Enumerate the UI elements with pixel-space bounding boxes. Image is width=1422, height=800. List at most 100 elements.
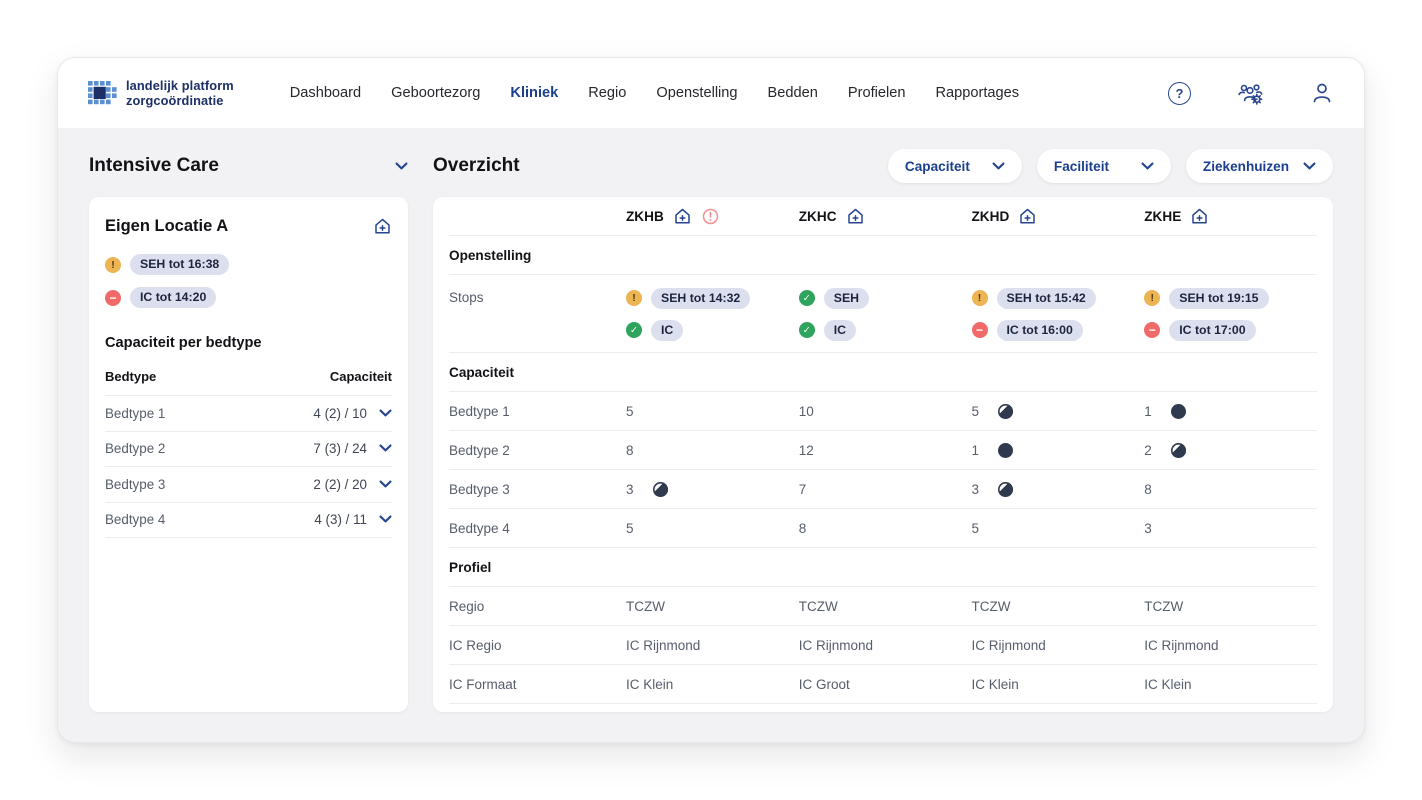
data-row: Bedtype 45853	[449, 509, 1317, 548]
nav-kliniek[interactable]: Kliniek	[510, 85, 558, 101]
cell-value: IC Groot	[799, 677, 850, 692]
filter-ziekenhuizen[interactable]: Ziekenhuizen	[1186, 149, 1333, 183]
hospital-home-icon[interactable]	[673, 207, 692, 226]
row-label: Regio	[449, 599, 626, 614]
cell-value: IC Rijnmond	[972, 638, 1046, 653]
warning-status-icon: !	[1144, 290, 1160, 306]
value-cell: 1	[972, 443, 1145, 458]
hospital-home-icon[interactable]	[1190, 207, 1209, 226]
nav-regio[interactable]: Regio	[588, 85, 626, 101]
stop-label: SEH tot 16:38	[130, 254, 229, 275]
logo-icon	[88, 81, 117, 106]
nav-rapportages[interactable]: Rapportages	[935, 85, 1019, 101]
hospital-home-icon[interactable]	[846, 207, 865, 226]
bedtype-row[interactable]: Bedtype 27 (3) / 24	[105, 432, 392, 468]
hospital-code: ZKHD	[972, 209, 1010, 224]
chevron-down-icon[interactable]	[379, 444, 392, 453]
chevron-down-icon	[992, 162, 1005, 171]
chevron-down-icon[interactable]	[379, 409, 392, 418]
page-title: Overzicht	[433, 155, 520, 177]
hospital-header: ZKHE	[1144, 207, 1317, 226]
cell-value: TCZW	[1144, 599, 1183, 614]
topbar-actions: ?	[1168, 81, 1334, 106]
row-label: IC Formaat	[449, 677, 626, 692]
warning-status-icon: !	[626, 290, 642, 306]
value-cell: 3	[972, 482, 1145, 497]
hospital-header-row: ZKHBZKHCZKHDZKHE	[449, 197, 1317, 236]
bedtype-row[interactable]: Bedtype 32 (2) / 20	[105, 467, 392, 503]
bedtype-row[interactable]: Bedtype 44 (3) / 11	[105, 503, 392, 539]
value-cell: 3	[626, 482, 799, 497]
hospital-home-icon[interactable]	[1018, 207, 1037, 226]
value-cell: IC Rijnmond	[626, 638, 799, 653]
cell-value: 7	[799, 482, 807, 497]
closed-status-icon: −	[1144, 322, 1160, 338]
stops-cell: !SEH tot 15:42−IC tot 16:00	[972, 284, 1145, 344]
value-cell: 12	[799, 443, 972, 458]
hospital-header: ZKHD	[972, 207, 1145, 226]
closed-status-icon: −	[105, 290, 121, 306]
col-capacity: Capaciteit	[330, 369, 392, 384]
value-cell: TCZW	[799, 599, 972, 614]
location-title: Eigen Locatie A	[105, 217, 228, 236]
cell-value: 8	[626, 443, 634, 458]
bedtype-rows: Bedtype 14 (2) / 10Bedtype 27 (3) / 24Be…	[105, 396, 392, 538]
bedtype-row[interactable]: Bedtype 14 (2) / 10	[105, 396, 392, 432]
stop-badge: ✓IC	[626, 316, 799, 344]
stop-label: SEH	[824, 288, 869, 309]
nav-profielen[interactable]: Profielen	[848, 85, 906, 101]
full-circle-icon	[1171, 404, 1186, 419]
location-card-header: Eigen Locatie A	[105, 211, 392, 241]
location-stops: !SEH tot 16:38−IC tot 14:20	[105, 254, 392, 308]
stop-badge: !SEH tot 19:15	[1144, 284, 1317, 312]
capacity-section-title: Capaciteit per bedtype	[105, 335, 392, 351]
row-label: Bedtype 4	[449, 521, 626, 536]
profile-button[interactable]	[1310, 81, 1334, 105]
row-label: IC Regio	[449, 638, 626, 653]
chevron-down-icon	[1303, 162, 1316, 171]
warning-status-icon: !	[105, 257, 121, 273]
hospital-home-icon[interactable]	[373, 217, 392, 236]
stops-cell: !SEH tot 19:15−IC tot 17:00	[1144, 284, 1317, 344]
value-cell: 2	[1144, 443, 1317, 458]
stop-badge: ✓IC	[799, 316, 972, 344]
filter-label: Faciliteit	[1054, 159, 1109, 174]
capacity-table-header: Bedtype Capaciteit	[105, 369, 392, 396]
stop-badge: ! SEH tot 16:38	[105, 254, 392, 275]
data-row: Bedtype 33738	[449, 470, 1317, 509]
section-title: Openstelling	[449, 248, 1317, 263]
hospital-code: ZKHE	[1144, 209, 1181, 224]
filter-capaciteit[interactable]: Capaciteit	[888, 149, 1022, 183]
chevron-down-icon[interactable]	[379, 515, 392, 524]
cell-value: IC Rijnmond	[626, 638, 700, 653]
nav-geboortezorg[interactable]: Geboortezorg	[391, 85, 480, 101]
nav-dashboard[interactable]: Dashboard	[290, 85, 361, 101]
nav-bedden[interactable]: Bedden	[768, 85, 818, 101]
chevron-down-icon	[1141, 162, 1154, 171]
cell-value: TCZW	[972, 599, 1011, 614]
cell-value: 3	[1144, 521, 1152, 536]
value-cell: 8	[799, 521, 972, 536]
user-management-button[interactable]	[1237, 81, 1264, 106]
help-button[interactable]: ?	[1168, 82, 1191, 105]
stop-label: IC tot 16:00	[997, 320, 1083, 341]
team-gear-icon	[1237, 81, 1264, 106]
cell-value: 5	[626, 521, 634, 536]
data-row: IC RegioIC RijnmondIC RijnmondIC Rijnmon…	[449, 626, 1317, 665]
filter-faciliteit[interactable]: Faciliteit	[1037, 149, 1171, 183]
section-title: Capaciteit	[449, 365, 1317, 380]
closed-status-icon: −	[972, 322, 988, 338]
value-cell: IC Rijnmond	[1144, 638, 1317, 653]
overview-card: ZKHBZKHCZKHDZKHEOpenstellingStops!SEH to…	[433, 197, 1333, 712]
filter-label: Capaciteit	[905, 159, 970, 174]
cell-value: 5	[626, 404, 634, 419]
cell-value: IC Rijnmond	[799, 638, 873, 653]
chevron-down-icon[interactable]	[395, 162, 408, 171]
cell-value: 3	[972, 482, 980, 497]
stop-badge: ✓SEH	[799, 284, 972, 312]
chevron-down-icon[interactable]	[379, 480, 392, 489]
app-window: landelijk platform zorgcoördinatie Dashb…	[57, 57, 1365, 743]
value-cell: 7	[799, 482, 972, 497]
half-circle-icon	[998, 404, 1013, 419]
nav-openstelling[interactable]: Openstelling	[656, 85, 737, 101]
